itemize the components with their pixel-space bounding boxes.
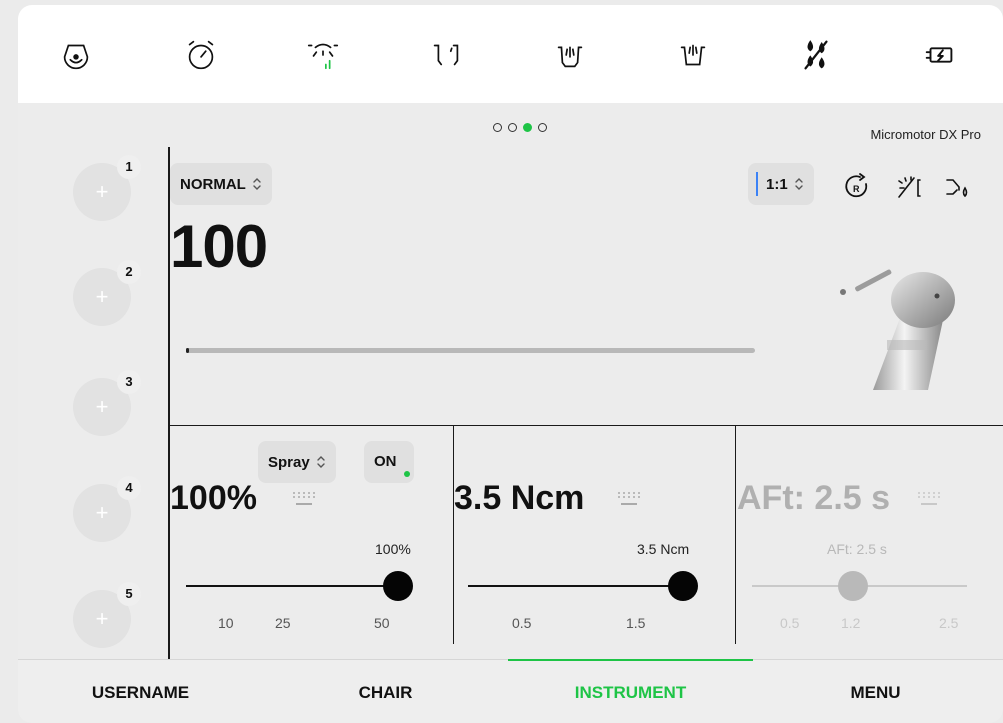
slider-tick: 0.5 [512,615,532,631]
slot-number: 1 [117,155,141,179]
patient-icon[interactable] [56,35,96,75]
divider [453,426,454,644]
coolant-icon[interactable] [943,170,977,204]
instrument-slot-3[interactable]: + 3 [73,370,141,436]
torque-slider-track[interactable] [468,585,683,587]
slider-tick: 25 [275,615,291,631]
bottom-navigation: USERNAME CHAIR INSTRUMENT MENU [18,659,1003,723]
ratio-marker [756,172,758,196]
aft-slider-thumb[interactable] [838,571,869,601]
spray-value: 100% [170,479,257,517]
mode-select[interactable]: NORMAL [170,163,272,205]
spray-slider-value: 100% [375,541,411,557]
mode-select-label: NORMAL [180,175,246,193]
spray-slider-thumb[interactable] [383,571,413,601]
torque-slider-thumb[interactable] [668,571,698,601]
instrument-name: Micromotor DX Pro [870,127,981,142]
cuspidor-icon[interactable] [426,35,466,75]
handpiece-image [833,250,973,390]
torque-slider-value: 3.5 Ncm [637,541,690,557]
page-dot-active[interactable] [523,123,532,132]
speed-value: 100 [170,213,268,280]
ratio-select[interactable]: 1:1 [748,163,814,205]
slider-tick: 10 [218,615,234,631]
slot-number: 2 [117,260,141,284]
spray-toggle[interactable]: ON [364,441,414,483]
speed-bar-fill [186,348,189,353]
spray-pattern-icon [293,492,315,505]
instrument-slot-2[interactable]: + 2 [73,260,141,326]
spray-mode-select[interactable]: Spray [258,441,336,483]
divider [168,425,1003,426]
reverse-rotation-icon[interactable]: R [840,170,874,204]
chevron-updown-icon [794,177,804,191]
slider-tick: 50 [374,615,390,631]
light-icon[interactable] [303,35,343,75]
spray-toggle-label: ON [374,453,397,470]
page-dot[interactable] [508,123,517,132]
nav-instrument-label: INSTRUMENT [574,683,687,702]
ratio-select-label: 1:1 [766,175,788,193]
slider-tick: 1.5 [626,615,646,631]
svg-text:R: R [853,184,860,194]
instrument-slot-5[interactable]: + 5 [73,582,141,648]
torque-pattern-icon [618,492,640,505]
divider [735,426,736,644]
top-toolbar [18,5,1003,103]
nav-menu[interactable]: MENU [753,660,998,723]
slider-tick: 0.5 [780,615,800,631]
chevron-updown-icon [316,455,326,469]
active-tab-indicator [508,659,753,661]
page-dot[interactable] [493,123,502,132]
page-dot[interactable] [538,123,547,132]
cup-fill-icon[interactable] [673,35,713,75]
speed-bar [186,348,755,353]
instrument-slot-4[interactable]: + 4 [73,476,141,542]
torque-value: 3.5 Ncm [454,479,585,517]
main-screen: Micromotor DX Pro + 1 + 2 + 3 + 4 + 5 NO… [18,5,1003,723]
status-dot [404,471,410,477]
spray-slider-track[interactable] [186,585,398,587]
timer-icon[interactable] [181,35,221,75]
slot-number: 5 [117,582,141,606]
slider-tick: 1.2 [841,615,861,631]
slot-number: 4 [117,476,141,500]
aft-value: AFt: 2.5 s [737,479,891,517]
aft-slider-value: AFt: 2.5 s [827,541,887,557]
spray-mode-label: Spray [268,453,310,471]
rinse-icon[interactable] [550,35,590,75]
slot-number: 3 [117,370,141,394]
page-indicator [493,123,547,132]
nav-username[interactable]: USERNAME [18,660,263,723]
aft-pattern-icon [918,492,940,505]
nav-chair[interactable]: CHAIR [263,660,508,723]
battery-icon[interactable] [920,35,960,75]
light-off-icon[interactable] [894,170,928,204]
chevron-updown-icon [252,177,262,191]
instrument-slot-1[interactable]: + 1 [73,155,141,221]
nav-instrument[interactable]: INSTRUMENT [508,659,753,723]
slider-tick: 2.5 [939,615,959,631]
water-drops-icon[interactable] [796,35,836,75]
